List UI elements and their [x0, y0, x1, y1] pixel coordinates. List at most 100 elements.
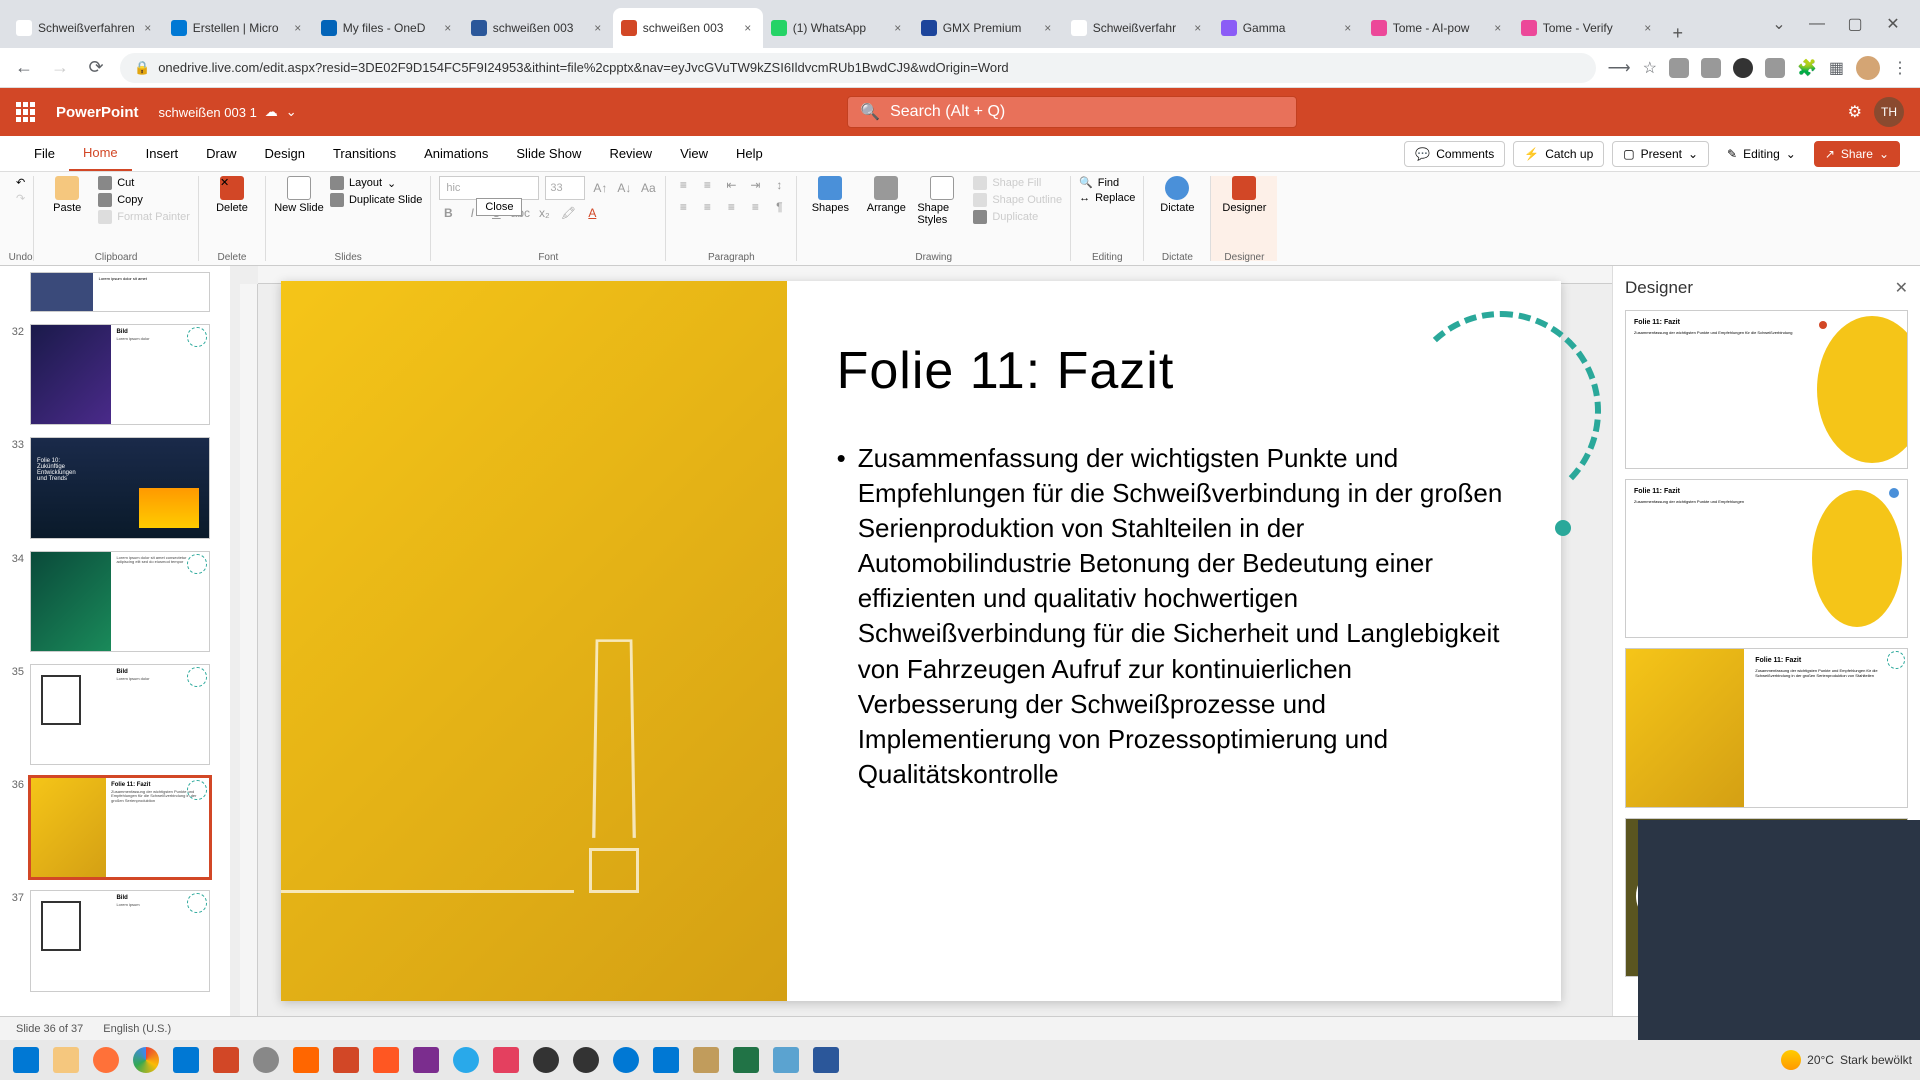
font-color-button[interactable]: A — [583, 204, 601, 222]
browser-tab[interactable]: Gamma× — [1213, 8, 1363, 48]
slide-thumbnail[interactable]: BildLorem ipsum dolor — [30, 324, 210, 425]
redo-button[interactable]: ↷ — [16, 192, 25, 205]
extension-icon[interactable] — [1765, 58, 1785, 78]
design-idea[interactable]: Folie 11: Fazit Zusammenfassung der wich… — [1625, 479, 1908, 638]
filename[interactable]: schweißen 003 1☁⌄ — [159, 104, 297, 120]
taskbar-app[interactable] — [808, 1042, 844, 1078]
taskbar-app[interactable] — [488, 1042, 524, 1078]
back-button[interactable]: ← — [12, 57, 36, 78]
close-window-icon[interactable]: ✕ — [1878, 14, 1908, 34]
format-painter-button[interactable]: Format Painter — [98, 210, 190, 224]
bullets-button[interactable]: ≡ — [674, 176, 692, 194]
slide-thumbnail-selected[interactable]: Folie 11: FazitZusammenfassung der wicht… — [30, 777, 210, 878]
browser-tab[interactable]: schweißen 003× — [463, 8, 613, 48]
slide-thumbnails-panel[interactable]: Lorem ipsum dolor sit amet 32BildLorem i… — [0, 266, 230, 1016]
close-icon[interactable]: × — [441, 21, 455, 35]
profile-avatar[interactable] — [1856, 56, 1880, 80]
gear-icon[interactable]: ⚙ — [1848, 102, 1862, 122]
taskbar-app[interactable] — [88, 1042, 124, 1078]
taskbar-app[interactable] — [368, 1042, 404, 1078]
copy-button[interactable]: Copy — [98, 193, 190, 207]
slide-thumbnail[interactable]: Lorem ipsum dolor sit amet — [30, 272, 210, 312]
slide-counter[interactable]: Slide 36 of 37 — [16, 1023, 83, 1035]
browser-tab[interactable]: Erstellen | Micro× — [163, 8, 313, 48]
start-button[interactable] — [8, 1042, 44, 1078]
browser-tab[interactable]: Tome - Verify× — [1513, 8, 1663, 48]
browser-tab-active[interactable]: schweißen 003× — [613, 8, 763, 48]
editing-mode-button[interactable]: ✎ Editing ⌄ — [1717, 141, 1806, 167]
subscript-button[interactable]: x₂ — [535, 204, 553, 222]
extension-icon[interactable] — [1701, 58, 1721, 78]
catchup-button[interactable]: ⚡ Catch up — [1513, 141, 1604, 167]
replace-button[interactable]: ↔Replace — [1079, 192, 1135, 204]
weather-widget[interactable]: 20°C Stark bewölkt — [1781, 1050, 1912, 1070]
delete-button[interactable]: ✕Delete — [207, 176, 257, 214]
increase-indent-button[interactable]: ⇥ — [746, 176, 764, 194]
slide-thumbnail[interactable]: Lorem ipsum dolor sit amet consectetur a… — [30, 551, 210, 652]
slide-thumbnail[interactable]: BildLorem ipsum dolor — [30, 664, 210, 765]
arrange-button[interactable]: Arrange — [861, 176, 911, 214]
maximize-icon[interactable]: ▢ — [1840, 14, 1870, 34]
line-spacing-button[interactable]: ↕ — [770, 176, 788, 194]
taskbar-app[interactable] — [208, 1042, 244, 1078]
tab-draw[interactable]: Draw — [192, 136, 250, 171]
justify-button[interactable]: ≡ — [746, 198, 764, 216]
layout-button[interactable]: Layout ⌄ — [330, 176, 422, 190]
app-launcher-icon[interactable] — [16, 102, 36, 122]
extensions-menu-icon[interactable]: 🧩 — [1797, 58, 1817, 78]
tab-slideshow[interactable]: Slide Show — [502, 136, 595, 171]
taskbar-app[interactable] — [768, 1042, 804, 1078]
tab-animations[interactable]: Animations — [410, 136, 502, 171]
extension-icon[interactable] — [1733, 58, 1753, 78]
taskbar-app[interactable] — [448, 1042, 484, 1078]
bold-button[interactable]: B — [439, 204, 457, 222]
slide-thumbnail[interactable]: BildLorem ipsum — [30, 890, 210, 991]
slide[interactable]: Folie 11: Fazit •Zusammenfassung der wic… — [281, 281, 1561, 1001]
design-idea[interactable]: Folie 11: Fazit Zusammenfassung der wich… — [1625, 648, 1908, 807]
taskbar-app[interactable] — [408, 1042, 444, 1078]
shapes-button[interactable]: Shapes — [805, 176, 855, 214]
designer-button[interactable]: Designer — [1219, 176, 1269, 214]
share-button[interactable]: ↗ Share ⌄ — [1814, 141, 1900, 167]
close-icon[interactable]: × — [741, 21, 755, 35]
slide-image-panel[interactable] — [281, 281, 787, 1001]
close-icon[interactable]: × — [1491, 21, 1505, 35]
taskbar-app[interactable] — [568, 1042, 604, 1078]
text-direction-button[interactable]: ¶ — [770, 198, 788, 216]
dictate-button[interactable]: Dictate — [1152, 176, 1202, 214]
new-slide-button[interactable]: New Slide — [274, 176, 324, 214]
close-icon[interactable]: × — [1041, 21, 1055, 35]
browser-tab[interactable]: GMX Premium× — [913, 8, 1063, 48]
address-bar[interactable]: 🔒 onedrive.live.com/edit.aspx?resid=3DE0… — [120, 53, 1596, 83]
taskbar-app[interactable] — [328, 1042, 364, 1078]
taskbar-app[interactable] — [688, 1042, 724, 1078]
taskbar-app[interactable] — [168, 1042, 204, 1078]
taskbar-app[interactable] — [528, 1042, 564, 1078]
duplicate-slide-button[interactable]: Duplicate Slide — [330, 193, 422, 207]
decrease-indent-button[interactable]: ⇤ — [722, 176, 740, 194]
user-avatar[interactable]: TH — [1874, 97, 1904, 127]
numbering-button[interactable]: ≡ — [698, 176, 716, 194]
close-icon[interactable]: × — [1641, 21, 1655, 35]
tab-review[interactable]: Review — [595, 136, 666, 171]
change-case-icon[interactable]: Aa — [639, 179, 657, 197]
taskbar-app[interactable] — [648, 1042, 684, 1078]
new-tab-button[interactable]: + — [1663, 18, 1693, 48]
paste-button[interactable]: Paste — [42, 176, 92, 214]
slide-canvas[interactable]: Folie 11: Fazit •Zusammenfassung der wic… — [230, 266, 1612, 1016]
taskbar-app[interactable] — [48, 1042, 84, 1078]
decrease-font-icon[interactable]: A↓ — [615, 179, 633, 197]
browser-tab[interactable]: (1) WhatsApp× — [763, 8, 913, 48]
slide-thumbnail[interactable]: Folie 10:ZukünftigeEntwicklungenund Tren… — [30, 437, 210, 538]
chevron-down-icon[interactable]: ⌄ — [286, 104, 297, 120]
tab-file[interactable]: File — [20, 136, 69, 171]
browser-tab[interactable]: Schweißverfahren× — [8, 8, 163, 48]
share-icon[interactable]: ⟶ — [1608, 58, 1631, 78]
find-button[interactable]: 🔍Find — [1079, 176, 1135, 189]
chevron-down-icon[interactable]: ⌄ — [1764, 14, 1794, 34]
align-left-button[interactable]: ≡ — [674, 198, 692, 216]
close-icon[interactable]: × — [1191, 21, 1205, 35]
comments-button[interactable]: 💬 Comments — [1404, 141, 1505, 167]
browser-tab[interactable]: Tome - AI-pow× — [1363, 8, 1513, 48]
tab-insert[interactable]: Insert — [132, 136, 193, 171]
